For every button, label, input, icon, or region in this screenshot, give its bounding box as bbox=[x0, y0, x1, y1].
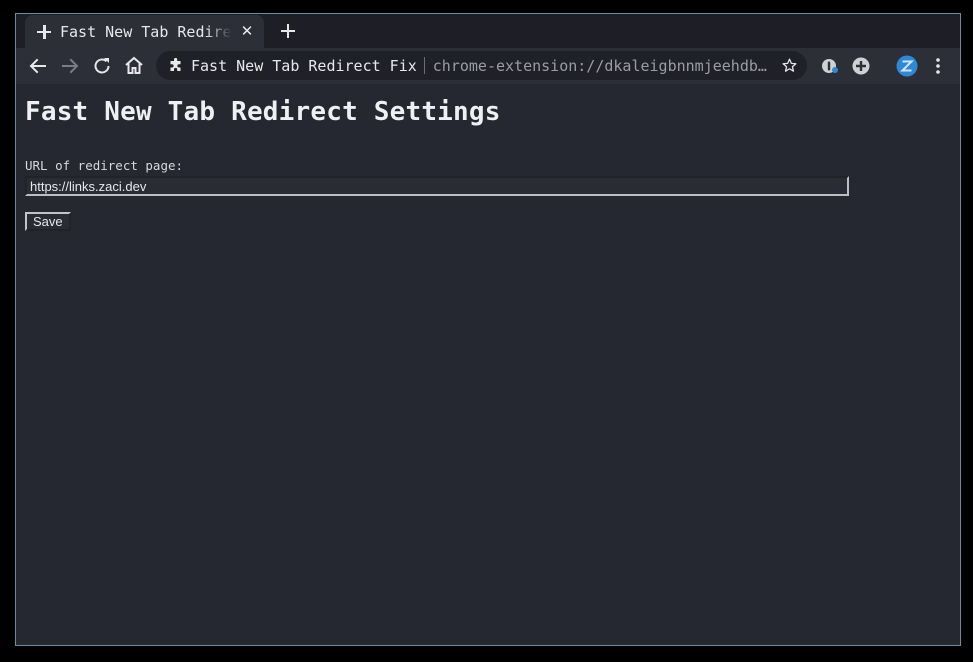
redirect-url-label: URL of redirect page: bbox=[25, 158, 184, 173]
page-title: Fast New Tab Redirect Settings bbox=[25, 97, 501, 127]
redirect-url-input[interactable] bbox=[25, 176, 849, 196]
site-chip: Fast New Tab Redirect Fix bbox=[191, 56, 417, 75]
home-icon[interactable] bbox=[122, 54, 146, 78]
browser-window: Fast New Tab Redirect Fix ✕ bbox=[15, 13, 961, 646]
plus-icon[interactable] bbox=[277, 20, 299, 42]
puzzle-plus-icon bbox=[37, 24, 51, 39]
save-button[interactable]: Save bbox=[25, 212, 71, 231]
reload-icon[interactable] bbox=[90, 54, 114, 78]
url-text[interactable]: chrome-extension://dkaleigbnnmjeehdbgkdl… bbox=[433, 57, 769, 75]
add-extension-icon[interactable] bbox=[851, 56, 871, 76]
forward-arrow-icon[interactable] bbox=[58, 54, 82, 78]
profile-avatar-icon[interactable] bbox=[896, 55, 918, 77]
onepassword-icon[interactable] bbox=[820, 56, 840, 76]
options-page: Fast New Tab Redirect Settings URL of re… bbox=[16, 84, 960, 645]
tab-active[interactable]: Fast New Tab Redirect Fix ✕ bbox=[25, 15, 264, 48]
omnibox-divider bbox=[423, 57, 425, 74]
address-bar[interactable]: Fast New Tab Redirect Fix chrome-extensi… bbox=[156, 51, 807, 80]
puzzle-icon bbox=[170, 57, 181, 71]
close-icon[interactable]: ✕ bbox=[239, 23, 255, 39]
tab-strip: Fast New Tab Redirect Fix ✕ bbox=[16, 14, 960, 48]
tab-title: Fast New Tab Redirect Fix bbox=[60, 22, 232, 41]
kebab-menu-icon[interactable] bbox=[928, 56, 948, 76]
toolbar: Fast New Tab Redirect Fix chrome-extensi… bbox=[16, 48, 960, 84]
back-arrow-icon[interactable] bbox=[26, 54, 50, 78]
star-icon[interactable] bbox=[781, 57, 798, 74]
